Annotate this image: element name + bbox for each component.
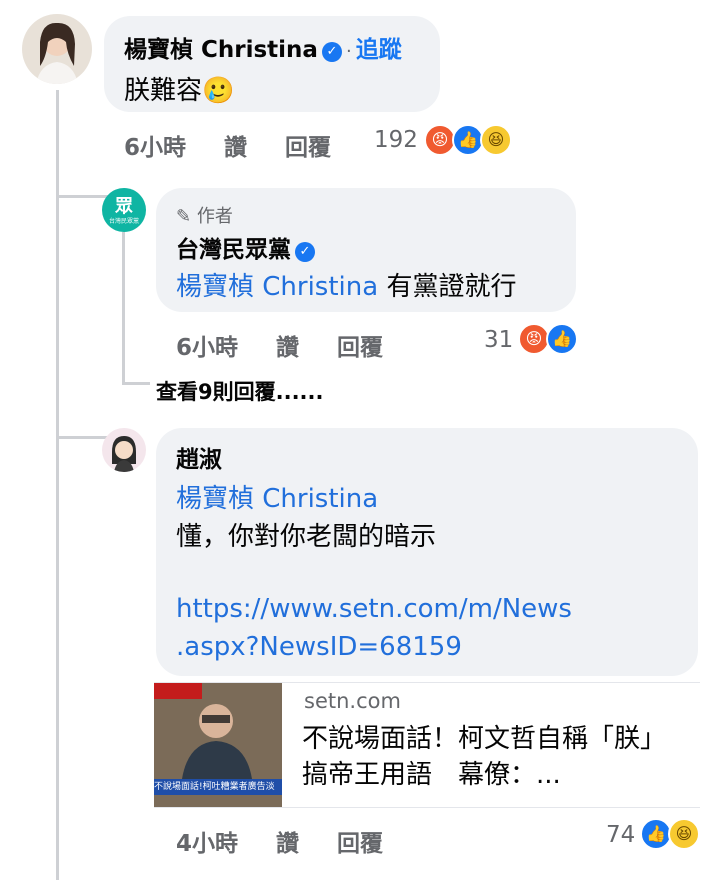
comment-actions: 6小時 讚 回覆 [124, 128, 369, 162]
url-link-continued[interactable]: .aspx?NewsID=68159 [176, 632, 462, 662]
verified-badge-icon: ✓ [295, 242, 315, 262]
thread-line-sub-branch [122, 382, 150, 385]
like-button[interactable]: 讚 [224, 135, 247, 161]
timestamp[interactable]: 6小時 [176, 335, 238, 361]
comment-author[interactable]: 楊寶楨 Christina [124, 37, 318, 63]
like-button[interactable]: 讚 [276, 335, 299, 361]
haha-icon: 😆 [668, 818, 700, 850]
comment-actions: 6小時 讚 回覆 [176, 328, 421, 362]
follow-button[interactable]: 追蹤 [356, 37, 402, 63]
comment-bubble: 楊寶楨 Christina ✓ · 追蹤 朕難容🥲 [104, 16, 440, 112]
author-badge: 作者 [196, 206, 233, 227]
reply-button[interactable]: 回覆 [337, 831, 383, 857]
reply-button[interactable]: 回覆 [285, 135, 331, 161]
thread-line-main [56, 90, 59, 880]
timestamp[interactable]: 4小時 [176, 831, 238, 857]
mention-link[interactable]: 楊寶楨 Christina [176, 272, 378, 302]
reaction-count[interactable]: 31 [484, 327, 513, 353]
cartoon-girl-icon [112, 436, 136, 472]
link-preview-card[interactable]: 不說場面話!柯吐糟業者廣告淡 setn.com 不說場面話！柯文哲自稱「朕」搞帝… [154, 682, 700, 808]
thumbnail-caption: 不說場面話!柯吐糟業者廣告淡 [154, 782, 275, 792]
preview-thumbnail: 不說場面話!柯吐糟業者廣告淡 [154, 683, 282, 807]
timestamp[interactable]: 6小時 [124, 135, 186, 161]
comment-bubble: ✎ 作者 台灣民眾黨 ✓ 楊寶楨 Christina 有黨證就行 [156, 188, 576, 312]
like-icon: 👍 [546, 323, 578, 355]
thread-line-branch-2 [56, 436, 108, 439]
comment-text: 朕難容 [124, 76, 203, 106]
pencil-icon: ✎ [176, 206, 192, 227]
comment-text: 懂，你對你老闆的暗示 [176, 522, 437, 552]
view-replies-link[interactable]: 查看9則回覆...... [156, 376, 323, 406]
comment-author[interactable]: 趙淑 [176, 447, 222, 473]
avatar-photo-icon [36, 22, 78, 84]
reply-button[interactable]: 回覆 [337, 335, 383, 361]
haha-icon: 😆 [480, 124, 512, 156]
thread-line-sub [122, 232, 125, 382]
comment-author[interactable]: 台灣民眾黨 [176, 237, 291, 263]
party-logo-icon: 眾 [115, 196, 133, 217]
avatar[interactable]: 眾 台灣民眾黨 [102, 188, 146, 232]
comment-actions: 4小時 讚 回覆 [176, 824, 421, 858]
comment-text: 有黨證就行 [386, 272, 517, 302]
reaction-count[interactable]: 74 [606, 822, 635, 848]
thread-line-branch-1 [56, 195, 108, 198]
preview-domain: setn.com [304, 689, 401, 713]
preview-title: 不說場面話！柯文哲自稱「朕」搞帝王用語 幕僚：... [302, 724, 667, 790]
like-button[interactable]: 讚 [276, 831, 299, 857]
mention-link[interactable]: 楊寶楨 Christina [176, 478, 378, 515]
smiling-tear-emoji-icon: 🥲 [202, 76, 235, 106]
url-link[interactable]: https://www.setn.com/m/News [176, 594, 572, 624]
party-logo-text: 台灣民眾黨 [108, 218, 139, 225]
avatar[interactable] [102, 428, 146, 472]
separator-dot: · [345, 41, 352, 62]
comment-bubble: 趙淑 楊寶楨 Christina 懂，你對你老闆的暗示 https://www.… [156, 428, 698, 676]
reaction-count[interactable]: 192 [374, 127, 418, 153]
verified-badge-icon: ✓ [321, 42, 342, 62]
avatar[interactable] [22, 14, 92, 84]
